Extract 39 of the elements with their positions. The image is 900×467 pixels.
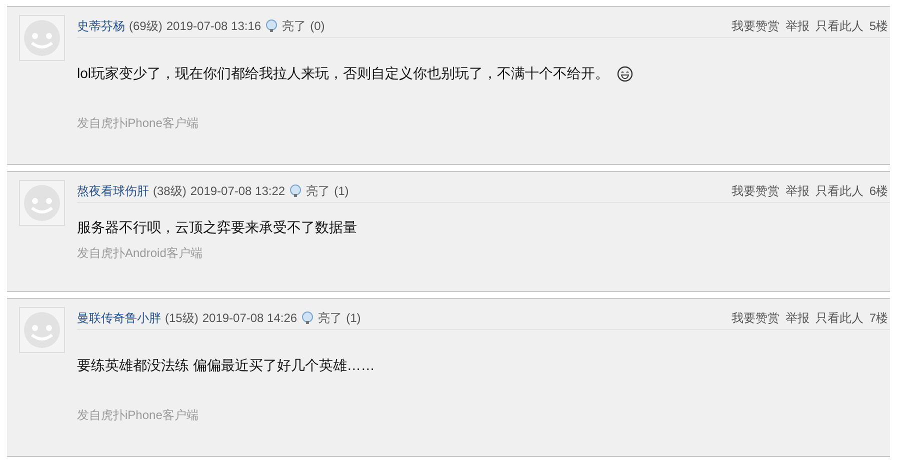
post-action-link[interactable]: 我要赞赏 xyxy=(731,310,780,326)
floor-number: 5楼 xyxy=(869,18,888,34)
post-time: 2019-07-08 14:26 xyxy=(202,311,298,325)
author-link[interactable]: 熬夜看球伤肝 xyxy=(77,182,149,200)
user-level: (15级) xyxy=(165,310,198,326)
user-level: (38级) xyxy=(153,182,186,200)
floor-number: 7楼 xyxy=(869,310,888,326)
author-link[interactable]: 史蒂芬杨 xyxy=(77,18,125,34)
avatar-icon xyxy=(22,18,62,58)
post-content: 要练英雄都没法练 偏偏最近买了好几个英雄…… xyxy=(77,357,375,375)
post-time: 2019-07-08 13:16 xyxy=(166,19,262,33)
post-action-link[interactable]: 只看此人 xyxy=(815,18,864,34)
lightbulb-icon[interactable] xyxy=(265,19,278,33)
post-action-link[interactable]: 举报 xyxy=(785,310,810,326)
lightbulb-icon[interactable] xyxy=(301,311,314,325)
post-action-link[interactable]: 举报 xyxy=(785,182,810,200)
floor-number: 6楼 xyxy=(869,182,888,200)
light-button[interactable]: 亮了 xyxy=(282,18,306,34)
avatar-icon xyxy=(22,183,62,223)
post-source: 发自虎扑iPhone客户端 xyxy=(77,115,200,132)
post-action-link[interactable]: 我要赞赏 xyxy=(731,182,780,200)
light-button[interactable]: 亮了 xyxy=(318,310,342,326)
post-action-link[interactable]: 举报 xyxy=(785,18,810,34)
light-count: (1) xyxy=(346,311,361,325)
light-count: (1) xyxy=(334,184,349,198)
post-action-link[interactable]: 只看此人 xyxy=(815,182,864,200)
post-content: lol玩家变少了，现在你们都给我拉人来玩，否则自定义你也别玩了，不满十个不给开。 xyxy=(77,65,610,83)
avatar-icon xyxy=(22,310,62,350)
post-source: 发自虎扑Android客户端 xyxy=(77,245,204,262)
user-level: (69级) xyxy=(129,18,162,34)
post-source: 发自虎扑iPhone客户端 xyxy=(77,407,200,424)
author-link[interactable]: 曼联传奇鲁小胖 xyxy=(77,310,161,326)
post-time: 2019-07-08 13:22 xyxy=(190,184,286,198)
post-action-link[interactable]: 我要赞赏 xyxy=(731,18,780,34)
light-button[interactable]: 亮了 xyxy=(306,182,330,200)
lightbulb-icon[interactable] xyxy=(289,184,302,198)
light-count: (0) xyxy=(310,19,325,33)
post-action-link[interactable]: 只看此人 xyxy=(815,310,864,326)
post-content: 服务器不行呗，云顶之弈要来承受不了数据量 xyxy=(77,219,357,237)
